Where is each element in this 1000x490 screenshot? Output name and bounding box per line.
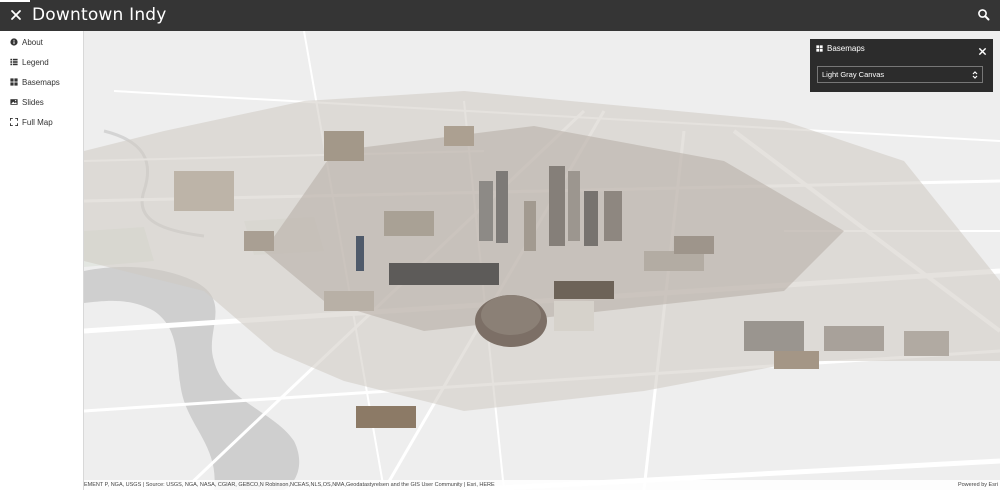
sidebar-item-legend[interactable]: Legend [0,52,83,72]
basemaps-panel: Basemaps Light Gray Canvas [810,39,993,92]
search-icon [978,9,990,21]
info-icon [10,38,18,46]
close-icon [978,47,987,56]
map-view[interactable] [84,31,1000,490]
chevron-updown-icon [972,71,978,79]
sidebar-item-label: About [22,37,43,47]
list-icon [10,58,18,66]
map-scene [84,31,1000,490]
image-icon [10,99,18,105]
sidebar-item-label: Legend [22,57,49,67]
basemaps-close-button[interactable] [978,43,987,56]
close-icon [11,10,21,20]
sidebar-item-label: Basemaps [22,77,60,87]
page-title: Downtown Indy [32,5,167,25]
header-accent [0,0,30,2]
map-attribution: EMENT P, NGA, USGS | Source: USGS, NGA, … [84,480,1000,490]
sidebar-item-about[interactable]: About [0,32,83,52]
sidebar: About Legend Basemaps Slides Full Map [0,31,84,490]
basemaps-panel-header: Basemaps [810,39,993,57]
attribution-credits[interactable]: EMENT P, NGA, USGS | Source: USGS, NGA, … [84,480,495,490]
expand-icon [10,118,18,126]
app-header: Downtown Indy [0,0,1000,31]
search-button[interactable] [976,7,992,23]
sidebar-item-label: Slides [22,97,44,107]
close-sidebar-button[interactable] [6,5,26,25]
basemaps-panel-title: Basemaps [827,43,865,53]
basemap-select[interactable]: Light Gray Canvas [817,66,983,83]
sidebar-item-full-map[interactable]: Full Map [0,112,83,132]
powered-by-esri[interactable]: Powered by Esri [958,480,998,490]
grid-icon [10,78,18,86]
sidebar-item-basemaps[interactable]: Basemaps [0,72,83,92]
grid-icon [816,44,823,52]
sidebar-item-label: Full Map [22,117,53,127]
sidebar-item-slides[interactable]: Slides [0,92,83,112]
basemap-select-value: Light Gray Canvas [822,70,885,79]
